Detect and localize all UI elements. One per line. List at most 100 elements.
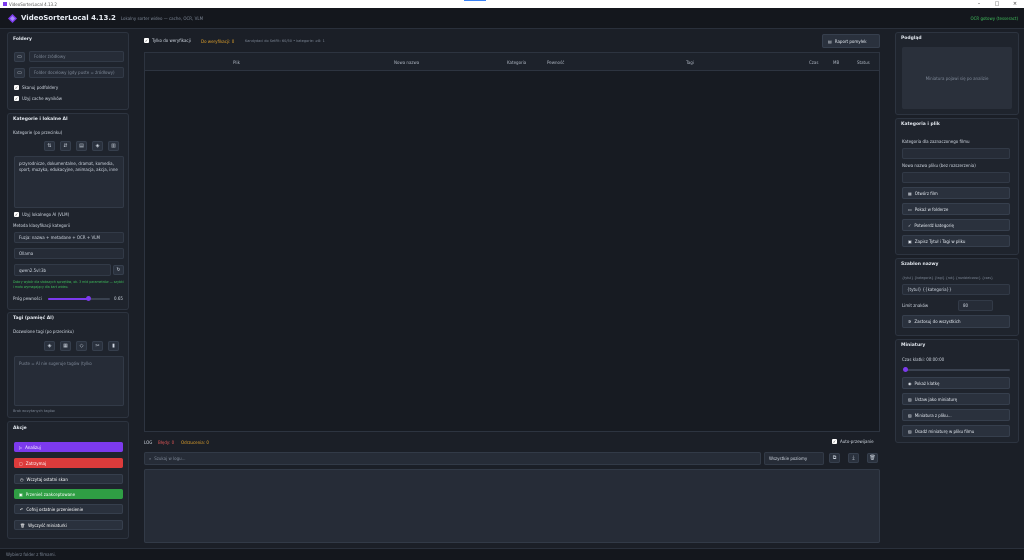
load-scan-label: Wczytaj ostatni skan	[26, 476, 68, 482]
column-header[interactable]: Plik	[233, 60, 240, 65]
stop-label: Zatrzymaj	[25, 460, 47, 466]
target-folder-button[interactable]: ▭	[14, 68, 25, 78]
move-accepted-button[interactable]: ▣ Przenieś zaakceptowane	[14, 489, 123, 499]
threshold-slider[interactable]	[48, 296, 110, 301]
template-placeholders-hint: {tytul} {kategoria} {tagi} {rok} {rozdzi…	[902, 276, 994, 280]
tag-icon[interactable]: ◈	[44, 341, 55, 351]
tag-icon[interactable]: ◈	[92, 141, 103, 151]
column-header[interactable]: Tagi	[686, 60, 694, 65]
show-folder-button[interactable]: ▭ Pokaż w folderze	[902, 203, 1010, 215]
open-film-label: Otwórz film	[914, 190, 938, 196]
show-folder-label: Pokaż w folderze	[914, 206, 949, 212]
folders-title: Foldery	[13, 37, 32, 42]
tags-panel: Tagi (pamięć AI) Dozwolone tagi (po prze…	[7, 312, 129, 418]
char-limit-input[interactable]: 80	[958, 300, 993, 311]
to-verify-count: Do weryfikacji: 0	[201, 39, 235, 44]
load-scan-button[interactable]: ◷ Wczytaj ostatni skan	[14, 474, 123, 484]
categories-label: Kategorie (po przecinku)	[13, 130, 63, 135]
thumb-from-file-button[interactable]: ▨ Miniatura z pliku...	[902, 409, 1010, 421]
log-output	[144, 469, 880, 543]
copy-icon[interactable]: ⧉	[829, 453, 840, 463]
history-icon: ◷	[20, 476, 24, 482]
window-app-icon	[3, 2, 7, 6]
use-cache-checkbox[interactable]: ✓ Użyj cache wyników	[14, 96, 62, 101]
app-title: VideoSorterLocal 4.13.2	[21, 14, 116, 22]
only-verify-checkbox[interactable]: ✓ Tylko do weryfikacji	[144, 38, 191, 43]
analyze-label: Analizuj	[25, 444, 41, 450]
show-frame-button[interactable]: ◉ Pokaż klatkę	[902, 377, 1010, 389]
grid-icon[interactable]: ▦	[60, 341, 71, 351]
save-title-tags-button[interactable]: ▣ Zapisz Tytuł i Tagi w pliku	[902, 235, 1010, 247]
open-film-button[interactable]: ▦ Otwórz film	[902, 187, 1010, 199]
engine-select[interactable]: Ollama	[14, 248, 124, 259]
set-thumbnail-button[interactable]: ▨ Ustaw jako miniaturę	[902, 393, 1010, 405]
use-vlm-checkbox[interactable]: ✓ Użyj lokalnego AI (VLM)	[14, 212, 69, 217]
analyze-button[interactable]: ▷ Analizuj	[14, 442, 123, 452]
column-header[interactable]: Czas	[809, 60, 818, 65]
image-file-icon: ▨	[908, 412, 912, 418]
log-search-input[interactable]: ⌕ Szukaj w logu...	[144, 452, 761, 465]
category-file-title: Kategoria i plik	[901, 122, 940, 127]
frame-slider[interactable]	[903, 367, 1010, 372]
char-limit-label: Limit znaków	[902, 303, 929, 308]
maximize-icon[interactable]: □	[988, 0, 1006, 8]
clear-thumbs-button[interactable]: 🗑 Wyczyść miniaturki	[14, 520, 123, 530]
only-verify-label: Tylko do weryfikacji	[152, 38, 191, 43]
minimize-icon[interactable]: –	[970, 0, 988, 8]
refresh-icon[interactable]: ↻	[113, 265, 124, 275]
name-template-title: Szablon nazwy	[901, 262, 939, 267]
trash-icon[interactable]: 🗑	[867, 453, 878, 463]
category-select[interactable]	[902, 148, 1010, 159]
error-report-button[interactable]: ▤ Raport pomyłek	[822, 34, 880, 48]
tags-title: Tagi (pamięć AI)	[13, 316, 54, 321]
sort-az-icon[interactable]: ⇅	[44, 141, 55, 151]
column-header[interactable]: Nowa nazwa	[394, 60, 419, 65]
embed-thumb-button[interactable]: ▨ Osadź miniaturę w pliku filmu	[902, 425, 1010, 437]
ocr-status: OCR gotowy (tesseract)	[970, 15, 1018, 21]
categories-textarea[interactable]: przyrodnicze, dokumentalne, dramat, kome…	[14, 156, 124, 208]
chart-icon[interactable]: ▮	[108, 341, 119, 351]
tags-icon[interactable]: ◇	[76, 341, 87, 351]
column-header[interactable]: Status	[857, 60, 870, 65]
file-icon[interactable]: ▤	[76, 141, 87, 151]
frame-slider-knob[interactable]	[903, 367, 908, 372]
embed-label: Osadź miniaturę w pliku filmu	[914, 428, 975, 434]
scissors-icon[interactable]: ✂	[92, 341, 103, 351]
log-skipped: Odrzucenia: 0	[181, 440, 209, 445]
document-icon[interactable]: ▥	[108, 141, 119, 151]
tags-textarea[interactable]: Puste = AI nie sugeruje tagów (tylko	[14, 356, 124, 406]
source-folder-input[interactable]: Folder źródłowy	[29, 51, 124, 62]
log-level-select[interactable]: Wszystkie poziomy	[764, 452, 824, 465]
use-cache-label: Użyj cache wyników	[22, 96, 63, 101]
autoscroll-checkbox[interactable]: ✓ Auto-przewijanie	[832, 439, 874, 444]
target-folder-input[interactable]: Folder docelowy (gdy puste = źródłowy)	[29, 67, 124, 78]
confirm-category-button[interactable]: ✓ Potwierdź kategorię	[902, 219, 1010, 231]
set-thumb-label: Ustaw jako miniaturę	[914, 396, 958, 402]
stop-icon: ▢	[19, 460, 23, 466]
column-header[interactable]: Kategoria	[507, 60, 526, 65]
new-name-label: Nowa nazwa pliku (bez rozszerzenia)	[902, 163, 976, 168]
move-label: Przenieś zaakceptowane	[25, 491, 76, 497]
method-select[interactable]: Fuzja: nazwa + metadane + OCR + VLM	[14, 232, 124, 243]
scan-subfolders-checkbox[interactable]: ✓ Skanuj podfoldery	[14, 85, 58, 90]
model-select[interactable]: qwen2.5vl:3b	[14, 264, 111, 276]
preview-title: Podgląd	[901, 36, 922, 41]
apply-all-button[interactable]: ✲ Zastosuj do wszystkich	[902, 315, 1010, 328]
threshold-knob[interactable]	[86, 296, 91, 301]
wand-icon: ✲	[908, 319, 912, 324]
app-header: VideoSorterLocal 4.13.2 Lokalny sorter w…	[0, 8, 1024, 29]
stop-button[interactable]: ▢ Zatrzymaj	[14, 458, 123, 468]
close-icon[interactable]: ×	[1006, 0, 1024, 8]
download-icon[interactable]: ⤓	[848, 453, 859, 463]
use-vlm-label: Użyj lokalnego AI (VLM)	[22, 212, 70, 217]
column-header[interactable]: Pewność	[547, 60, 564, 65]
threshold-label: Próg pewności	[13, 296, 42, 301]
log-search-placeholder: Szukaj w logu...	[154, 456, 186, 461]
source-folder-button[interactable]: ▭	[14, 52, 25, 62]
sort-za-icon[interactable]: ⇵	[60, 141, 71, 151]
new-name-input[interactable]	[902, 172, 1010, 183]
column-header[interactable]: MB	[833, 60, 839, 65]
undo-move-button[interactable]: ↶ Cofnij ostatnie przeniesienie	[14, 504, 123, 514]
threshold-fill	[48, 298, 88, 300]
template-input[interactable]: {tytul} {{kategoria}}	[902, 284, 1010, 295]
